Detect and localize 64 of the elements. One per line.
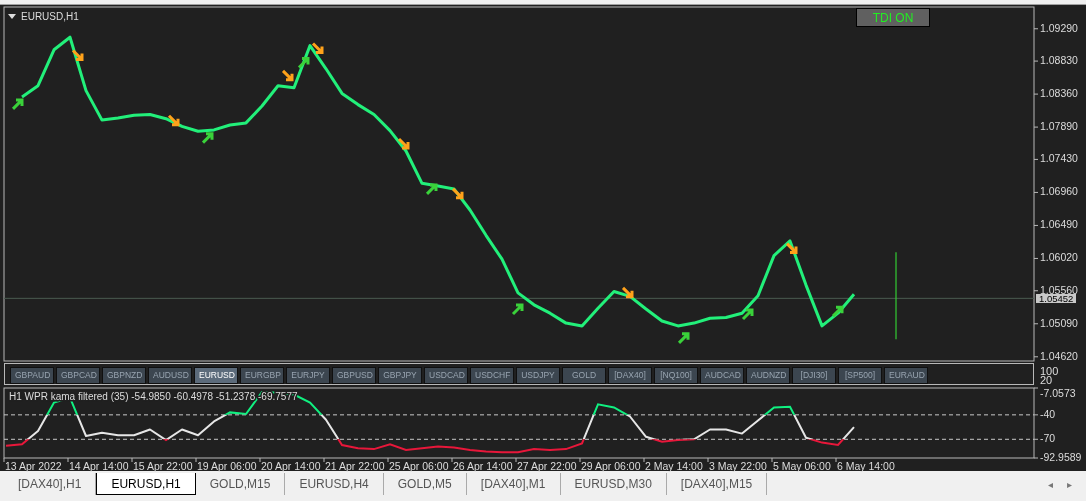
chart-tab[interactable]: [DAX40],M15 [666,473,768,495]
time-label: 26 Apr 14:00 [453,460,513,472]
symbol-button[interactable]: AUDCAD [700,367,744,384]
symbol-button[interactable]: AUDNZD [746,367,790,384]
axis-label: 1.06020 [1040,251,1078,264]
axis-label: 1.07890 [1040,120,1078,133]
symbol-button[interactable]: EURUSD [194,367,238,384]
time-label: 20 Apr 14:00 [261,460,321,472]
axis-label: 1.08830 [1040,54,1078,67]
axis-label: 1.09290 [1040,21,1078,34]
symbol-button[interactable]: USDCAD [424,367,468,384]
symbol-button[interactable]: USDCHF [470,367,514,384]
chart-tab[interactable]: GOLD,M15 [195,473,286,495]
axis-label: 1.05090 [1040,316,1078,329]
symbol-button[interactable]: AUDUSD [148,367,192,384]
axis-label: -40 [1040,407,1056,420]
axis-label: 1.07430 [1040,152,1078,165]
time-label: 19 Apr 06:00 [197,460,257,472]
time-label: 6 May 14:00 [837,460,895,472]
symbol-button[interactable]: GBPUSD [332,367,376,384]
time-label: 14 Apr 14:00 [69,460,129,472]
symbol-button[interactable]: GBPJPY [378,367,422,384]
chart-tab[interactable]: EURUSD,H4 [285,473,384,495]
time-label: 27 Apr 22:00 [517,460,577,472]
current-price-label: 1.05452 [1036,294,1077,304]
symbol-button[interactable]: GBPAUD [10,367,54,384]
axis-label: 20 [1040,375,1053,385]
symbol-button[interactable]: USDJPY [516,367,560,384]
symbol-button[interactable]: EURAUD [884,367,928,384]
time-label: 3 May 22:00 [709,460,767,472]
chart-title: EURUSD,H1 [21,10,79,24]
symbol-button[interactable]: [NQ100] [654,367,698,384]
symbol-button[interactable]: GBPNZD [102,367,146,384]
time-label: 29 Apr 06:00 [581,460,641,472]
axis-label: 1.04620 [1040,349,1078,362]
indicator-label: H1 WPR kama filtered (35) -54.9850 -60.4978 -51.2378 -69.7577 [9,391,298,402]
time-label: 13 Apr 2022 [5,460,62,472]
axis-label: -70 [1040,432,1056,445]
symbol-button[interactable]: [DAX40] [608,367,652,384]
time-label: 25 Apr 06:00 [389,460,449,472]
symbol-button[interactable]: GBPCAD [56,367,100,384]
axis-label: 1.06960 [1040,185,1078,198]
axis-label: 1.08360 [1040,87,1078,100]
chart-tab[interactable]: EURUSD,H1 [96,473,196,495]
symbol-button[interactable]: EURJPY [286,367,330,384]
time-label: 21 Apr 22:00 [325,460,385,472]
tdi-toggle-button[interactable]: TDI ON [856,8,930,27]
chart-tab[interactable]: GOLD,M5 [383,473,467,495]
time-label: 5 May 06:00 [773,460,831,472]
symbol-button[interactable]: [SP500] [838,367,882,384]
axis-label: 100 [1040,366,1059,376]
axis-label: 1.06490 [1040,218,1078,231]
chart-tab[interactable]: [DAX40],M1 [466,473,561,495]
symbol-button[interactable]: GOLD [562,367,606,384]
chart-tab[interactable]: EURUSD,M30 [560,473,667,495]
time-label: 2 May 14:00 [645,460,703,472]
scroll-left-button[interactable]: ◂ [1048,476,1053,492]
axis-label: 1.05560 [1040,283,1078,296]
axis-label: -92.9589 [1040,451,1082,463]
axis-label: -7.0573 [1040,387,1076,399]
symbol-button[interactable]: [DJI30] [792,367,836,384]
scroll-right-button[interactable]: ▸ [1067,476,1072,492]
time-label: 15 Apr 22:00 [133,460,193,472]
symbol-button[interactable]: EURGBP [240,367,284,384]
